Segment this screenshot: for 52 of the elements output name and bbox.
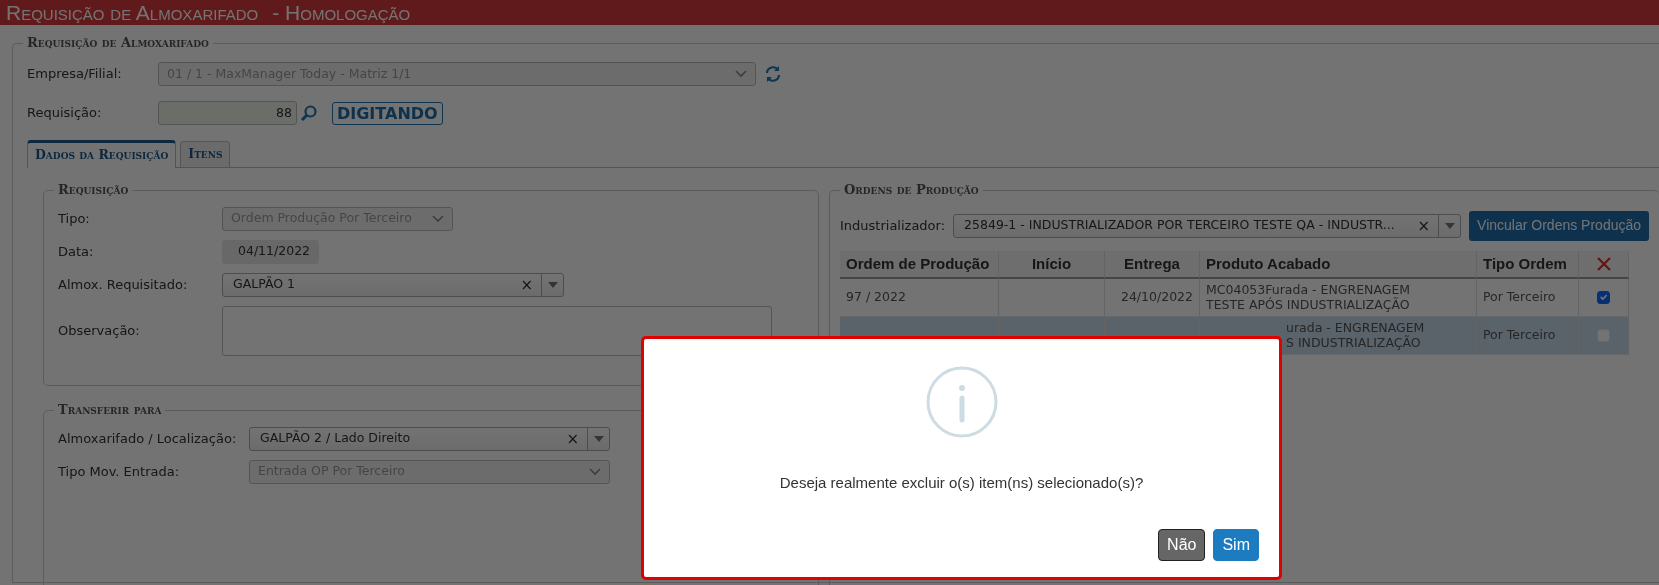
triangle-icon — [1444, 222, 1455, 229]
refresh-icon[interactable] — [764, 65, 782, 83]
triangle-icon — [593, 435, 604, 442]
section-legend: Requisição de Almoxarifado — [23, 35, 213, 51]
observation-field[interactable] — [222, 305, 772, 356]
dialog-button[interactable]: Não — [1158, 528, 1206, 561]
table-cell: Por Terceiro — [1477, 278, 1579, 317]
field-label: Industrializador: — [840, 217, 946, 235]
column-header: Ordem de Produção — [840, 250, 999, 279]
caret-icon — [589, 467, 601, 476]
field-label: Tipo Mov. Entrada: — [58, 463, 181, 481]
delete-icon — [1596, 256, 1611, 271]
cell-text: MC04053Furada - ENGRENAGEM TESTE APÓS INDUSTRIALIZAÇÃO — [1206, 282, 1411, 313]
search-icon[interactable] — [300, 104, 318, 122]
field-label: Observação: — [58, 322, 141, 340]
dialog-button[interactable]: Sim — [1213, 528, 1259, 561]
dialog-message: Deseja realmente excluir o(s) item(ns) selecionado(s)? — [779, 473, 1144, 493]
panel-legend: Ordens de Produção — [840, 181, 983, 198]
clear-button[interactable]: × — [1409, 214, 1439, 237]
info-icon — [925, 366, 998, 438]
requisition-number-field[interactable]: 88 — [158, 101, 297, 125]
page-title: Requisição de Almoxarifado — [6, 0, 259, 25]
combo-value: GALPÃO 2 / Lado Direito — [259, 429, 412, 448]
field-label: Almox. Requisitado: — [58, 276, 189, 294]
column-header: Entrega — [1105, 250, 1200, 279]
environment-label: - Homologação — [272, 0, 411, 25]
field-label: Requisição: — [27, 104, 103, 123]
tab[interactable]: Itens — [180, 141, 231, 167]
field-label: Empresa/Filial: — [27, 65, 123, 84]
combo-value: 25849-1 - INDUSTRIALIZADOR POR TERCEIRO TESTE QA - INDUSTR... — [963, 216, 1396, 235]
table-cell: Por Terceiro — [1477, 316, 1579, 355]
field-label: Almoxarifado / Localização: — [58, 430, 238, 448]
status-badge: DIGITANDO — [332, 101, 443, 125]
combo-value: GALPÃO 1 — [232, 275, 297, 294]
link-orders-button[interactable]: Vincular Ordens Produção — [1469, 210, 1650, 241]
row-checkbox[interactable] — [1597, 291, 1610, 304]
column-header: Início — [999, 250, 1105, 279]
clear-button[interactable]: × — [558, 427, 587, 450]
tab[interactable]: Dados da Requisição — [27, 140, 177, 168]
cell-text: urada - ENGRENAGEM S INDUSTRIALIZAÇÃO — [1286, 320, 1425, 351]
field-label: Data: — [58, 243, 95, 261]
column-header: Tipo Ordem — [1477, 250, 1579, 279]
panel-legend: Requisição — [54, 181, 133, 198]
field-label: Tipo: — [58, 210, 91, 228]
caret-icon — [432, 214, 444, 223]
clear-button[interactable]: × — [512, 273, 541, 296]
date-field[interactable]: 04/11/2022 — [222, 239, 319, 264]
table-cell: 24/10/2022 — [1105, 278, 1200, 317]
caret-icon — [735, 70, 747, 78]
column-header: Produto Acabado — [1200, 250, 1477, 279]
table-cell: 97 / 2022 — [840, 278, 999, 317]
triangle-icon — [547, 281, 558, 288]
